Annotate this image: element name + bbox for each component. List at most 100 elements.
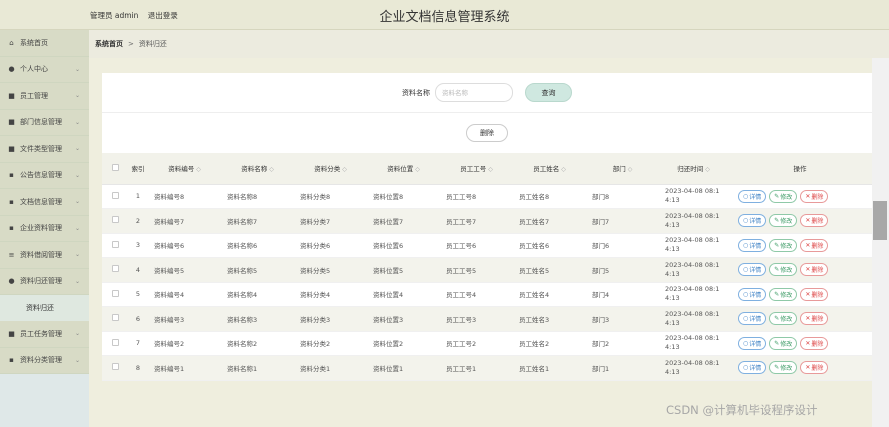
column-header[interactable]: 资料名称 ◇ — [221, 153, 294, 185]
column-header[interactable]: 资料编号 ◇ — [148, 153, 221, 185]
breadcrumb-home-link[interactable]: 系统首页 — [95, 39, 123, 49]
sidebar-item-7[interactable]: ▪ 企业资料管理 ⌄ — [0, 215, 89, 242]
select-all-checkbox[interactable] — [111, 163, 119, 171]
column-header[interactable]: 资料位置 ◇ — [367, 153, 440, 185]
cell-name: 资料名称8 — [221, 184, 294, 209]
row-select-cell — [102, 282, 128, 307]
list-icon: ≡ — [8, 250, 15, 259]
row-select-cell — [102, 306, 128, 332]
search-button[interactable]: 查询 — [525, 83, 572, 102]
table-row[interactable]: 4 资料编号5 资料名称5 资料分类5 资料位置5 员工工号5 员工姓名5 部门5 2023-0… — [102, 257, 872, 283]
detail-label: 详情 — [749, 340, 762, 348]
cell-dept: 部门6 — [586, 233, 659, 258]
table-row[interactable]: 1 资料编号8 资料名称8 资料分类8 资料位置8 员工工号8 员工姓名8 部门8 2023-0… — [102, 184, 872, 209]
batch-delete-button[interactable]: 删除 — [466, 124, 508, 142]
edit-button[interactable]: ✎ 修改 — [769, 263, 798, 277]
cell-cat: 资料分类7 — [294, 208, 367, 234]
row-checkbox[interactable] — [111, 191, 119, 199]
sidebar-item-3[interactable]: ■ 部门信息管理 ⌄ — [0, 109, 89, 136]
delete-button[interactable]: ✕ 删除 — [800, 287, 829, 301]
table-row[interactable]: 7 资料编号2 资料名称2 资料分类2 资料位置2 员工工号2 员工姓名2 部门2 2023-0… — [102, 331, 872, 356]
detail-button[interactable]: ○ 详情 — [738, 263, 767, 277]
edit-label: 修改 — [780, 316, 793, 324]
detail-button[interactable]: ○ 详情 — [738, 189, 767, 203]
column-header[interactable]: 归还时间 ◇ — [659, 153, 728, 185]
scrollbar-thumb[interactable] — [873, 201, 887, 240]
detail-button[interactable]: ○ 详情 — [738, 361, 767, 375]
top-header: 管理员 admin 退出登录 企业文档信息管理系统 — [0, 0, 889, 30]
cell-actions: ○ 详情 ✎ 修改 ✕ 删除 — [728, 184, 872, 209]
cell-return-time: 2023-04-08 08:1 4:13 — [659, 306, 728, 332]
file-type-icon: ■ — [8, 144, 15, 153]
edit-button[interactable]: ✎ 修改 — [769, 361, 798, 375]
search-input[interactable] — [435, 83, 513, 102]
cell-name: 资料名称7 — [221, 208, 294, 234]
scrollbar-track[interactable] — [872, 58, 889, 427]
pencil-icon: ✎ — [774, 315, 780, 323]
sort-icon: ◇ — [488, 166, 493, 174]
sidebar-item-9[interactable]: ● 资料归还管理 ⌄ — [0, 268, 89, 295]
detail-button[interactable]: ○ 详情 — [738, 336, 767, 350]
edit-button[interactable]: ✎ 修改 — [769, 312, 798, 326]
detail-button[interactable]: ○ 详情 — [738, 238, 767, 252]
delete-button[interactable]: ✕ 删除 — [800, 336, 829, 350]
cell-actions: ○ 详情 ✎ 修改 ✕ 删除 — [728, 331, 872, 356]
sidebar-item-label: 部门信息管理 — [20, 118, 62, 127]
sidebar-item-0[interactable]: ⌂系统首页⌄ — [0, 30, 89, 57]
column-header-label: 归还时间 — [677, 165, 704, 174]
delete-button[interactable]: ✕ 删除 — [800, 189, 829, 203]
edit-button[interactable]: ✎ 修改 — [769, 238, 798, 252]
sidebar-item-8[interactable]: ≡ 资料借阅管理 ⌄ — [0, 242, 89, 269]
column-header[interactable]: 员工姓名 ◇ — [513, 153, 586, 185]
delete-button[interactable]: ✕ 删除 — [800, 238, 829, 252]
cell-code: 资料编号6 — [148, 233, 221, 258]
table-row[interactable]: 8 资料编号1 资料名称1 资料分类1 资料位置1 员工工号1 员工姓名1 部门1 2023-0… — [102, 355, 872, 381]
sidebar-item-6[interactable]: ▪ 文档信息管理 ⌄ — [0, 189, 89, 216]
table-row[interactable]: 2 资料编号7 资料名称7 资料分类7 资料位置7 员工工号7 员工姓名7 部门7 2023-0… — [102, 208, 872, 234]
row-checkbox[interactable] — [111, 289, 119, 297]
sidebar-item-2[interactable]: ■ 员工管理 ⌄ — [0, 83, 89, 110]
delete-button[interactable]: ✕ 删除 — [800, 361, 829, 375]
cell-index: 7 — [128, 331, 148, 356]
edit-button[interactable]: ✎ 修改 — [769, 214, 798, 228]
delete-button[interactable]: ✕ 删除 — [800, 214, 829, 228]
cell-index: 6 — [128, 306, 148, 332]
row-checkbox[interactable] — [111, 265, 119, 273]
row-checkbox[interactable] — [111, 363, 119, 371]
delete-button[interactable]: ✕ 删除 — [800, 263, 829, 277]
row-checkbox[interactable] — [111, 216, 119, 224]
search-label: 资料名称 — [402, 88, 430, 97]
sidebar-item-5[interactable]: ▪ 公告信息管理 ⌄ — [0, 162, 89, 189]
sidebar-item-10[interactable]: ■ 员工任务管理 ⌄ — [0, 321, 89, 348]
delete-button[interactable]: ✕ 删除 — [800, 312, 829, 326]
column-header[interactable]: 员工工号 ◇ — [440, 153, 513, 185]
detail-button[interactable]: ○ 详情 — [738, 214, 767, 228]
cell-name: 资料名称5 — [221, 257, 294, 283]
sidebar-item-4[interactable]: ■ 文件类型管理 ⌄ — [0, 136, 89, 163]
cell-loc: 资料位置5 — [367, 257, 440, 283]
detail-button[interactable]: ○ 详情 — [738, 312, 767, 326]
detail-label: 详情 — [749, 291, 762, 299]
sidebar-item-11[interactable]: ▪ 资料分类管理 ⌄ — [0, 347, 89, 374]
edit-button[interactable]: ✎ 修改 — [769, 189, 798, 203]
sidebar-item-1[interactable]: ● 个人中心 ⌄ — [0, 56, 89, 83]
row-checkbox[interactable] — [111, 240, 119, 248]
row-checkbox[interactable] — [111, 338, 119, 346]
close-icon: ✕ — [805, 192, 811, 200]
column-header[interactable]: 部门 ◇ — [586, 153, 659, 185]
row-checkbox[interactable] — [111, 314, 119, 322]
detail-label: 详情 — [749, 193, 762, 201]
edit-button[interactable]: ✎ 修改 — [769, 287, 798, 301]
detail-button[interactable]: ○ 详情 — [738, 287, 767, 301]
delete-label: 删除 — [811, 267, 824, 275]
submenu-item-return[interactable]: 资料归还 — [0, 295, 89, 321]
edit-button[interactable]: ✎ 修改 — [769, 336, 798, 350]
sidebar-item-label: 员工任务管理 — [20, 329, 62, 338]
table-row[interactable]: 6 资料编号3 资料名称3 资料分类3 资料位置3 员工工号3 员工姓名3 部门3 2023-0… — [102, 306, 872, 332]
sidebar-item-label: 文档信息管理 — [20, 197, 62, 206]
column-header[interactable]: 资料分类 ◇ — [294, 153, 367, 185]
table-row[interactable]: 5 资料编号4 资料名称4 资料分类4 资料位置4 员工工号4 员工姓名4 部门4 2023-0… — [102, 282, 872, 307]
search-bar: 资料名称 查询 — [102, 73, 872, 113]
cell-emp_name: 员工姓名2 — [513, 331, 586, 356]
table-row[interactable]: 3 资料编号6 资料名称6 资料分类6 资料位置6 员工工号6 员工姓名6 部门6 2023-0… — [102, 233, 872, 258]
